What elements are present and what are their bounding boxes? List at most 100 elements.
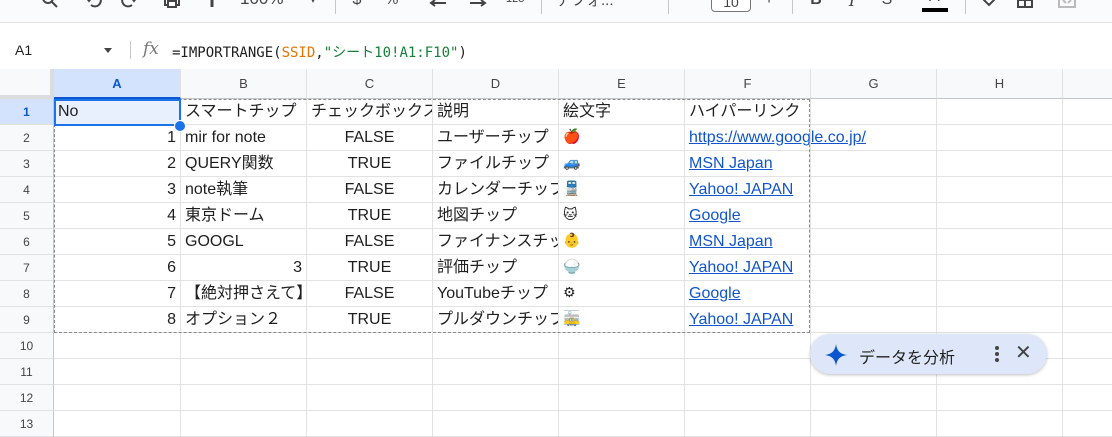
cell-g1[interactable] [811,99,937,125]
column-header-c[interactable]: C [307,69,433,99]
cell-g7[interactable] [811,255,937,281]
cell-f10[interactable] [685,333,811,359]
decrease-decimal-icon[interactable] [426,0,450,12]
cell-c3[interactable]: TRUE [307,151,433,177]
search-menus-icon[interactable] [38,0,62,12]
cell-d2[interactable]: ユーザーチップ [433,125,559,151]
cell-f4[interactable]: Yahoo! JAPAN [685,177,811,203]
row-header-5[interactable]: 5 [0,203,54,229]
cell-b2[interactable]: mir for note [181,125,307,151]
cell-b10[interactable] [181,333,307,359]
cell-a2[interactable]: 1 [54,125,181,151]
cell-g3[interactable] [811,151,937,177]
cell-a3[interactable]: 2 [54,151,181,177]
cell-d7[interactable]: 評価チップ [433,255,559,281]
cell-d12[interactable] [433,385,559,411]
cell-a4[interactable]: 3 [54,177,181,203]
cell-e1[interactable]: 絵文字 [559,99,685,125]
cell-a7[interactable]: 6 [54,255,181,281]
cell-d4[interactable]: カレンダーチップ [433,177,559,203]
increase-font-size-button[interactable]: + [762,0,776,12]
cell-f1[interactable]: ハイパーリンク [685,99,811,125]
row-header-8[interactable]: 8 [0,281,54,307]
cell-b4[interactable]: note執筆 [181,177,307,203]
cell-g2[interactable] [811,125,937,151]
bold-button[interactable]: B [807,0,825,12]
cell-d3[interactable]: ファイルチップ [433,151,559,177]
cell-f13[interactable] [685,411,811,437]
cell-e7[interactable]: 🍚 [559,255,685,281]
cell-b8[interactable]: 【絶対押さえて】 [181,281,307,307]
zoom-dropdown-icon[interactable]: ▾ [306,0,320,12]
borders-icon[interactable] [1014,0,1036,12]
paint-format-icon[interactable] [200,0,224,12]
name-box[interactable]: A1 [15,42,32,58]
cell-f5[interactable]: Google [685,203,811,229]
cell-c5[interactable]: TRUE [307,203,433,229]
cell-d5[interactable]: 地図チップ [433,203,559,229]
cell-i8[interactable] [1063,281,1112,307]
row-header-6[interactable]: 6 [0,229,54,255]
column-header-partial[interactable] [1063,69,1112,99]
cell-h12[interactable] [937,385,1063,411]
cell-f7[interactable]: Yahoo! JAPAN [685,255,811,281]
cell-i1[interactable] [1063,99,1112,125]
cell-a12[interactable] [54,385,181,411]
cell-g8[interactable] [811,281,937,307]
cell-g4[interactable] [811,177,937,203]
print-icon[interactable] [160,0,184,12]
column-header-g[interactable]: G [811,69,937,99]
cell-b5[interactable]: 東京ドーム [181,203,307,229]
cell-i13[interactable] [1063,411,1112,437]
analyze-data-label[interactable]: データを分析 [859,344,955,368]
cell-e3[interactable]: 🚙 [559,151,685,177]
cell-h8[interactable] [937,281,1063,307]
strikethrough-button[interactable]: S [878,0,896,12]
name-box-dropdown-icon[interactable] [104,48,112,53]
font-family-select[interactable]: デフォ... [556,0,614,10]
cell-g13[interactable] [811,411,937,437]
cell-h3[interactable] [937,151,1063,177]
cell-a8[interactable]: 7 [54,281,181,307]
cell-g6[interactable] [811,229,937,255]
cell-h1[interactable] [937,99,1063,125]
cell-e4[interactable]: 🚆 [559,177,685,203]
cell-d6[interactable]: ファイナンスチップ [433,229,559,255]
decrease-font-size-button[interactable]: − [682,0,696,12]
row-header-1[interactable]: 1 [0,99,54,125]
cell-a5[interactable]: 4 [54,203,181,229]
cell-a9[interactable]: 8 [54,307,181,333]
cell-f12[interactable] [685,385,811,411]
cell-b3[interactable]: QUERY関数 [181,151,307,177]
cell-i11[interactable] [1063,359,1112,385]
cell-h5[interactable] [937,203,1063,229]
column-header-b[interactable]: B [181,69,307,99]
cell-c7[interactable]: TRUE [307,255,433,281]
fill-handle[interactable] [174,120,186,132]
cell-d1[interactable]: 説明 [433,99,559,125]
analyze-data-chip[interactable]: データを分析 ✕ [810,334,1047,374]
cell-g12[interactable] [811,385,937,411]
cell-e9[interactable]: 🚋 [559,307,685,333]
cell-f2[interactable]: https://www.google.co.jp/ [685,125,866,151]
cell-b9[interactable]: オプション２ [181,307,307,333]
cell-d8[interactable]: YouTubeチップ [433,281,559,307]
cell-b12[interactable] [181,385,307,411]
cell-d9[interactable]: プルダウンチップ [433,307,559,333]
cell-g9[interactable] [811,307,937,333]
cell-b6[interactable]: GOOGL [181,229,307,255]
cell-f6[interactable]: MSN Japan [685,229,811,255]
cell-i12[interactable] [1063,385,1112,411]
cell-i7[interactable] [1063,255,1112,281]
cell-a6[interactable]: 5 [54,229,181,255]
cell-d10[interactable] [433,333,559,359]
cell-c2[interactable]: FALSE [307,125,433,151]
cell-i2[interactable] [1063,125,1112,151]
column-header-e[interactable]: E [559,69,685,99]
cell-e2[interactable]: 🍎 [559,125,685,151]
cell-i10[interactable] [1063,333,1112,359]
cell-e11[interactable] [559,359,685,385]
cell-e10[interactable] [559,333,685,359]
row-header-12[interactable]: 12 [0,385,54,411]
number-format-button[interactable]: 123 [506,0,524,5]
